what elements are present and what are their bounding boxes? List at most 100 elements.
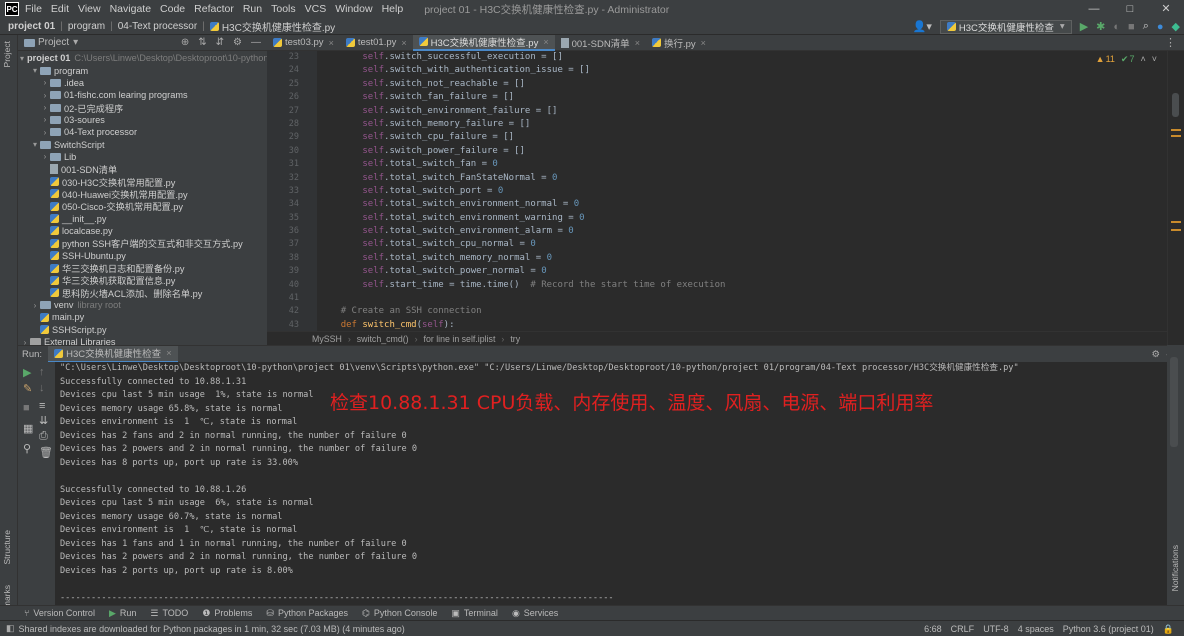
code-line[interactable]: self.switch_with_authentication_issue = …	[319, 64, 1159, 77]
tree-item[interactable]: __init__.py	[18, 212, 267, 224]
editor-tab[interactable]: H3C交换机健康性检查.py ×	[412, 34, 555, 51]
code-area[interactable]: self.switch_successful_execution = [] se…	[319, 51, 1159, 332]
inspection-widget[interactable]: ▲ 11 ✔ 7 ˄ ˅	[1096, 54, 1157, 65]
breadcrumb-loop[interactable]: for line in self.iplist	[424, 334, 496, 344]
tree-item[interactable]: › 02-已完成程序	[18, 101, 267, 114]
menu-edit[interactable]: Edit	[51, 3, 69, 15]
editor-tab[interactable]: test01.py ×	[340, 35, 413, 51]
breadcrumb-try[interactable]: try	[510, 334, 520, 344]
chevron-right-icon[interactable]: ›	[40, 103, 50, 112]
project-panel-title[interactable]: Project	[38, 37, 69, 48]
line-separator[interactable]: CRLF	[951, 624, 975, 634]
plugin-icon[interactable]: ◆	[1172, 20, 1180, 33]
search-icon[interactable]: ⌕	[1143, 20, 1149, 33]
menu-code[interactable]: Code	[160, 3, 185, 15]
code-line[interactable]: self.total_switch_FanStateNormal = 0	[319, 172, 1159, 185]
close-icon[interactable]: ×	[701, 38, 706, 48]
tree-item[interactable]: 华三交换机获取配置信息.py	[18, 274, 267, 286]
code-line[interactable]: self.switch_fan_failure = []	[319, 91, 1159, 104]
editor-tab[interactable]: test03.py ×	[267, 35, 340, 51]
tree-item[interactable]: › .idea	[18, 77, 267, 89]
tree-item[interactable]: 050-Cisco-交换机常用配置.py	[18, 200, 267, 212]
tree-item[interactable]: › 04-Text processor	[18, 126, 267, 138]
tree-item[interactable]: › 03-soures	[18, 114, 267, 126]
notifications-tool-button[interactable]: Notifications	[1170, 545, 1180, 591]
chevron-right-icon[interactable]: ›	[40, 91, 50, 100]
breadcrumb-class[interactable]: MySSH	[312, 334, 342, 344]
code-line[interactable]: self.total_switch_memory_normal = 0	[319, 252, 1159, 265]
tree-item[interactable]: 思科防火墙ACL添加、删除名单.py	[18, 287, 267, 299]
todo-tool[interactable]: ☰ TODO	[150, 608, 188, 619]
code-editor[interactable]: 23 24 25 26 27 28 29 30 31 32 33 34 35 36 37 38 39 40 41 42…	[267, 51, 1167, 331]
menu-help[interactable]: Help	[382, 3, 404, 15]
python-interpreter[interactable]: Python 3.6 (project 01)	[1063, 624, 1154, 634]
code-line[interactable]	[319, 292, 1159, 305]
tree-item[interactable]: localcase.py	[18, 225, 267, 237]
chevron-right-icon[interactable]: ›	[40, 78, 50, 87]
code-line[interactable]: self.total_switch_environment_alarm = 0	[319, 225, 1159, 238]
tree-item[interactable]: 040-Huawei交换机常用配置.py	[18, 188, 267, 200]
code-line[interactable]: self.total_switch_port = 0	[319, 185, 1159, 198]
scroll-down-icon[interactable]: ↓	[39, 382, 45, 394]
chevron-down-icon[interactable]: ▾	[30, 140, 40, 149]
chevron-right-icon[interactable]: ›	[40, 152, 50, 161]
menu-run[interactable]: Run	[243, 3, 262, 15]
stop-icon[interactable]: ■	[1128, 21, 1135, 33]
breadcrumb-file[interactable]: H3C交换机健康性检查.py	[222, 19, 335, 34]
python-packages-tool[interactable]: ⛁ Python Packages	[266, 608, 348, 619]
close-icon[interactable]: ×	[543, 37, 548, 47]
run-tool[interactable]: ▶ Run	[109, 608, 136, 619]
layout-icon[interactable]: ▦	[23, 422, 33, 435]
close-icon[interactable]: ×	[401, 38, 406, 48]
maximize-button[interactable]: □	[1112, 0, 1148, 18]
print-icon[interactable]: ⎙	[39, 430, 48, 443]
pin-icon[interactable]: ⚲	[23, 442, 31, 455]
code-line[interactable]: self.total_switch_power_normal = 0	[319, 265, 1159, 278]
soft-wrap-icon[interactable]: ≡	[39, 400, 45, 412]
close-window-button[interactable]: ✕	[1148, 0, 1184, 18]
code-line[interactable]: self.switch_environment_failure = []	[319, 105, 1159, 118]
code-line[interactable]: self.switch_successful_execution = []	[319, 51, 1159, 64]
code-line[interactable]: self.total_switch_environment_normal = 0	[319, 198, 1159, 211]
code-line[interactable]: # Create an SSH connection	[319, 305, 1159, 318]
tree-item[interactable]: ▾ SwitchScript	[18, 138, 267, 150]
console-scroll-thumb[interactable]	[1170, 357, 1178, 447]
run-configuration-select[interactable]: H3C交换机健康性检查 ▾	[939, 19, 1072, 34]
run-config-tab[interactable]: H3C交换机健康性检查 ×	[48, 345, 178, 363]
gear-icon[interactable]: ⚙	[1151, 349, 1160, 360]
breadcrumb-program[interactable]: program	[68, 21, 105, 32]
warning-marker[interactable]	[1171, 221, 1181, 223]
chevron-down-icon[interactable]: ▾	[73, 37, 78, 48]
menu-vcs[interactable]: VCS	[305, 3, 327, 15]
code-line[interactable]: self.total_switch_cpu_normal = 0	[319, 238, 1159, 251]
menu-view[interactable]: View	[78, 3, 101, 15]
more-tabs-icon[interactable]: ⋮	[1165, 36, 1176, 49]
terminal-tool[interactable]: ▣ Terminal	[451, 608, 498, 619]
structure-tool-button[interactable]: Structure	[2, 530, 12, 565]
stop-icon[interactable]: ■	[23, 402, 30, 414]
file-encoding[interactable]: UTF-8	[983, 624, 1009, 634]
layout-toggle-icon[interactable]: ◧	[6, 623, 15, 634]
python-console-tool[interactable]: ⌬ Python Console	[362, 608, 437, 619]
chevron-down-icon[interactable]: ˅	[1152, 54, 1157, 65]
indent-setting[interactable]: 4 spaces	[1018, 624, 1054, 634]
chevron-up-icon[interactable]: ˄	[1140, 54, 1145, 65]
tree-item[interactable]: 001-SDN清单	[18, 163, 267, 175]
tree-item[interactable]: ▾ program	[18, 64, 267, 76]
breadcrumb-project[interactable]: project 01	[8, 21, 55, 32]
code-line[interactable]: self.switch_cpu_failure = []	[319, 131, 1159, 144]
menu-file[interactable]: File	[25, 3, 42, 15]
tree-item[interactable]: main.py	[18, 311, 267, 323]
menu-navigate[interactable]: Navigate	[110, 3, 151, 15]
collapse-all-icon[interactable]: ⇵	[216, 37, 224, 48]
chevron-right-icon[interactable]: ›	[40, 128, 50, 137]
locate-icon[interactable]: ⊕	[181, 37, 189, 48]
tree-item[interactable]: › venv library root	[18, 299, 267, 311]
menu-tools[interactable]: Tools	[271, 3, 296, 15]
scroll-to-end-icon[interactable]: ⇊	[39, 414, 48, 427]
expand-all-icon[interactable]: ⇅	[198, 37, 206, 48]
code-line[interactable]: self.switch_not_reachable = []	[319, 78, 1159, 91]
user-icon[interactable]: 👤▾	[913, 20, 932, 33]
warning-marker[interactable]	[1171, 129, 1181, 131]
close-icon[interactable]: ×	[635, 38, 640, 48]
